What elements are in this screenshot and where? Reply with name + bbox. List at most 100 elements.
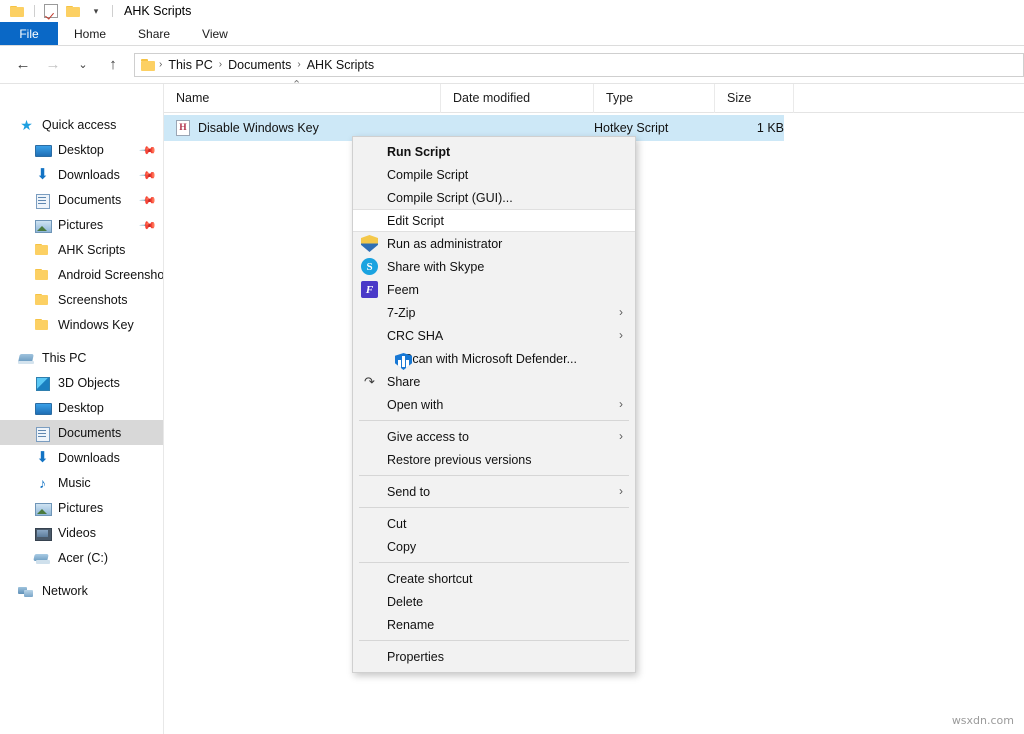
documents-icon xyxy=(34,192,51,208)
sidebar-item-pc-desktop[interactable]: Desktop xyxy=(0,395,163,420)
sidebar-item-label: 3D Objects xyxy=(58,376,120,390)
menu-item-feem[interactable]: F Feem xyxy=(353,278,635,301)
pin-icon[interactable]: 📌 xyxy=(139,216,155,232)
file-name-cell[interactable]: H Disable Windows Key xyxy=(164,120,441,136)
menu-item-compile-script-gui[interactable]: Compile Script (GUI)... xyxy=(353,186,635,209)
menu-item-send-to[interactable]: Send to › xyxy=(353,480,635,503)
menu-item-copy[interactable]: Copy xyxy=(353,535,635,558)
sidebar-item-3d-objects[interactable]: 3D Objects xyxy=(0,370,163,395)
menu-item-rename[interactable]: Rename xyxy=(353,613,635,636)
3d-objects-icon xyxy=(34,375,51,391)
context-menu: Run Script Compile Script Compile Script… xyxy=(352,136,636,673)
menu-item-properties[interactable]: Properties xyxy=(353,645,635,668)
sidebar-item-label: AHK Scripts xyxy=(58,243,125,257)
folder-icon[interactable] xyxy=(10,5,25,18)
tab-share[interactable]: Share xyxy=(122,22,186,45)
menu-separator xyxy=(359,640,629,641)
breadcrumb-item-ahk-scripts[interactable]: AHK Scripts xyxy=(302,58,379,72)
menu-item-share[interactable]: ↷ Share xyxy=(353,370,635,393)
sidebar-item-downloads[interactable]: ⬇ Downloads 📌 xyxy=(0,162,163,187)
menu-item-label: Run as administrator xyxy=(387,237,502,251)
menu-item-create-shortcut[interactable]: Create shortcut xyxy=(353,567,635,590)
sidebar-item-label: Windows Key xyxy=(58,318,134,332)
column-label: Date modified xyxy=(453,91,530,105)
menu-item-open-with[interactable]: Open with › xyxy=(353,393,635,416)
menu-item-crc-sha[interactable]: CRC SHA › xyxy=(353,324,635,347)
sidebar-group-this-pc[interactable]: This PC xyxy=(0,345,163,370)
column-header-date-modified[interactable]: Date modified xyxy=(441,84,594,113)
pin-icon[interactable]: 📌 xyxy=(139,141,155,157)
sidebar-item-desktop[interactable]: Desktop 📌 xyxy=(0,137,163,162)
menu-item-7-zip[interactable]: 7-Zip › xyxy=(353,301,635,324)
column-header-name[interactable]: Name ⌃ xyxy=(164,84,441,113)
sidebar-item-music[interactable]: ♪ Music xyxy=(0,470,163,495)
sidebar-item-label: Desktop xyxy=(58,143,104,157)
folder-icon xyxy=(34,292,51,308)
music-icon: ♪ xyxy=(34,475,51,491)
divider xyxy=(34,5,35,17)
menu-item-edit-script[interactable]: Edit Script xyxy=(353,209,635,232)
pin-icon[interactable]: 📌 xyxy=(139,191,155,207)
sidebar-item-acer-c[interactable]: Acer (C:) xyxy=(0,545,163,570)
menu-item-share-with-skype[interactable]: S Share with Skype xyxy=(353,255,635,278)
menu-item-delete[interactable]: Delete xyxy=(353,590,635,613)
folder-icon[interactable] xyxy=(66,5,81,18)
sidebar-item-pc-downloads[interactable]: ⬇ Downloads xyxy=(0,445,163,470)
sidebar-item-label: Network xyxy=(42,584,88,598)
up-icon[interactable]: ↑ xyxy=(100,52,126,78)
recent-locations-icon[interactable]: ⌄ xyxy=(70,52,96,78)
pin-icon[interactable]: 📌 xyxy=(139,166,155,182)
file-explorer-window: ▾ AHK Scripts File Home Share View ← → ⌄… xyxy=(0,0,1024,734)
checkbox-icon[interactable] xyxy=(44,4,58,18)
sidebar-item-windows-key[interactable]: Windows Key xyxy=(0,312,163,337)
menu-item-scan-with-defender[interactable]: Scan with Microsoft Defender... xyxy=(353,347,635,370)
folder-icon xyxy=(141,58,156,71)
sidebar-item-pictures[interactable]: Pictures 📌 xyxy=(0,212,163,237)
menu-item-restore-previous-versions[interactable]: Restore previous versions xyxy=(353,448,635,471)
forward-icon[interactable]: → xyxy=(40,52,66,78)
feem-icon: F xyxy=(361,281,378,298)
breadcrumb-item-documents[interactable]: Documents xyxy=(223,58,296,72)
menu-item-compile-script[interactable]: Compile Script xyxy=(353,163,635,186)
folder-icon xyxy=(34,317,51,333)
tab-view[interactable]: View xyxy=(186,22,244,45)
back-icon[interactable]: ← xyxy=(10,52,36,78)
menu-item-run-as-administrator[interactable]: Run as administrator xyxy=(353,232,635,255)
sidebar-item-label: Videos xyxy=(58,526,96,540)
sidebar-group-quick-access[interactable]: ★ Quick access xyxy=(0,112,163,137)
menu-item-label: CRC SHA xyxy=(387,329,443,343)
sidebar-item-videos[interactable]: Videos xyxy=(0,520,163,545)
column-header-size[interactable]: Size xyxy=(715,84,794,113)
downloads-icon: ⬇ xyxy=(34,450,51,466)
sidebar-item-documents[interactable]: Documents 📌 xyxy=(0,187,163,212)
sidebar-item-ahk-scripts[interactable]: AHK Scripts xyxy=(0,237,163,262)
menu-item-label: Send to xyxy=(387,485,430,499)
sidebar-item-screenshots[interactable]: Screenshots xyxy=(0,287,163,312)
menu-item-give-access-to[interactable]: Give access to › xyxy=(353,425,635,448)
dropdown-caret-icon[interactable]: ▾ xyxy=(89,4,103,18)
folder-icon xyxy=(34,242,51,258)
sort-ascending-icon: ⌃ xyxy=(292,78,301,91)
column-header-type[interactable]: Type xyxy=(594,84,715,113)
sidebar-item-label: Music xyxy=(58,476,91,490)
menu-separator xyxy=(359,507,629,508)
column-label: Size xyxy=(727,91,751,105)
menu-item-run-script[interactable]: Run Script xyxy=(353,140,635,163)
tab-home[interactable]: Home xyxy=(58,22,122,45)
star-icon: ★ xyxy=(18,117,35,133)
sidebar-item-pc-documents[interactable]: Documents xyxy=(0,420,163,445)
column-label: Name xyxy=(176,91,209,105)
folder-icon xyxy=(34,267,51,283)
breadcrumb-item-this-pc[interactable]: This PC xyxy=(163,58,217,72)
sidebar-item-pc-pictures[interactable]: Pictures xyxy=(0,495,163,520)
sidebar-group-network[interactable]: Network xyxy=(0,578,163,603)
tab-file[interactable]: File xyxy=(0,22,58,45)
chevron-right-icon: › xyxy=(619,429,623,444)
menu-item-cut[interactable]: Cut xyxy=(353,512,635,535)
chevron-right-icon: › xyxy=(619,397,623,412)
sidebar-item-label: Pictures xyxy=(58,218,103,232)
sidebar-item-label: Acer (C:) xyxy=(58,551,108,565)
sidebar-item-label: Documents xyxy=(58,193,121,207)
breadcrumb[interactable]: › This PC › Documents › AHK Scripts xyxy=(134,53,1024,77)
sidebar-item-android-screenshot[interactable]: Android Screenshot xyxy=(0,262,163,287)
